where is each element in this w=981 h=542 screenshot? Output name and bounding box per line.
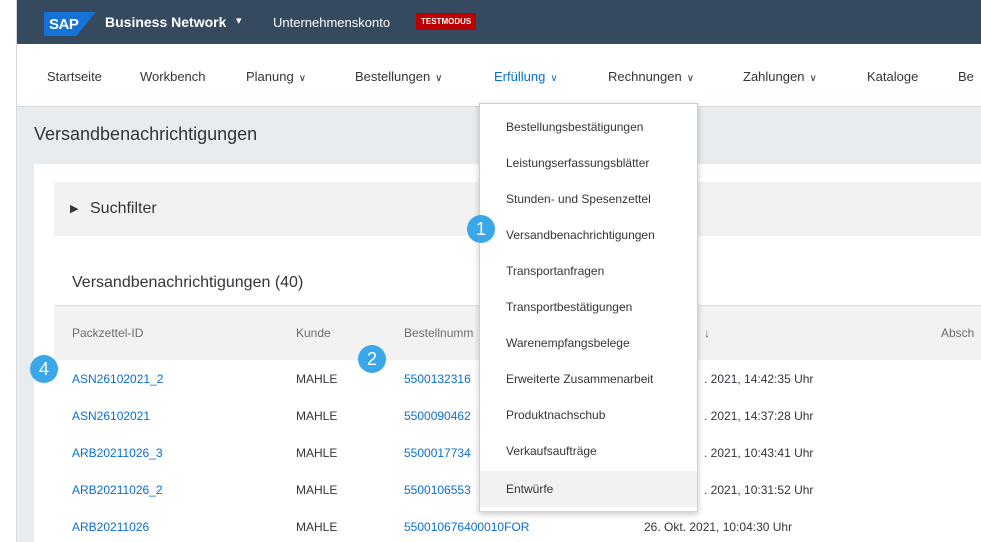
menu-item-label: Stunden- und Spesenzettel xyxy=(506,192,651,206)
menu-item-stunden-spesenzettel[interactable]: Stunden- und Spesenzettel xyxy=(480,181,697,217)
customer-cell: MAHLE xyxy=(296,409,338,423)
menu-item-leistungserfassungsblaetter[interactable]: Leistungserfassungsblätter xyxy=(480,145,697,181)
sap-logo-text: SAP xyxy=(49,16,79,33)
account-label[interactable]: Unternehmenskonto xyxy=(273,15,390,30)
order-number-link[interactable]: 550010676400010FOR xyxy=(404,520,529,534)
menu-item-label: Warenempfangsbelege xyxy=(506,336,630,350)
menu-item-warenempfangsbelege[interactable]: Warenempfangsbelege xyxy=(480,325,697,361)
packzettel-id-link[interactable]: ARB20211026_2 xyxy=(72,483,163,497)
page-title: Versandbenachrichtigungen xyxy=(34,124,258,144)
menu-item-label: Transportbestätigungen xyxy=(506,300,633,314)
packzettel-id-link[interactable]: ARB20211026_3 xyxy=(72,446,163,460)
menu-item-label: Produktnachschub xyxy=(506,408,606,422)
nav-item-label: Bestellungen xyxy=(355,69,431,84)
menu-item-label: Leistungserfassungsblätter xyxy=(506,156,650,170)
nav-item-more[interactable]: Be xyxy=(958,69,974,84)
date-cell: 26. Okt. 2021, 10:04:30 Uhr xyxy=(644,520,793,534)
column-header-abschluss[interactable]: Absch xyxy=(941,326,974,340)
menu-item-label: Entwürfe xyxy=(506,482,554,496)
menu-item-bestellungsbestaetigungen[interactable]: Bestellungsbestätigungen xyxy=(480,109,697,145)
chevron-down-icon: ∨ xyxy=(435,73,443,84)
table-row[interactable]: ARB20211026 MAHLE 550010676400010FOR 26.… xyxy=(54,508,981,542)
nav-item-label: Startseite xyxy=(47,69,102,84)
order-number-link[interactable]: 5500132316 xyxy=(404,372,471,386)
step-marker-1: 1 xyxy=(467,215,495,243)
sort-descending-icon[interactable]: ↓ xyxy=(704,326,710,340)
order-number-link[interactable]: 5500017734 xyxy=(404,446,471,460)
column-header-packzettel-id[interactable]: Packzettel-ID xyxy=(72,326,143,340)
search-filter-label: Suchfilter xyxy=(90,200,157,217)
customer-cell: MAHLE xyxy=(296,446,338,460)
main-nav: Startseite Workbench Planung ∨ Bestellung… xyxy=(17,44,981,107)
date-cell: . 2021, 14:37:28 Uhr xyxy=(704,409,814,423)
date-cell: . 2021, 10:31:52 Uhr xyxy=(704,483,814,497)
menu-item-transportbestaetigungen[interactable]: Transportbestätigungen xyxy=(480,289,697,325)
menu-item-label: Erweiterte Zusammenarbeit xyxy=(506,372,654,386)
chevron-down-icon[interactable]: ▾ xyxy=(236,14,242,27)
column-header-kunde[interactable]: Kunde xyxy=(296,326,331,340)
nav-item-kataloge[interactable]: Kataloge xyxy=(867,69,918,84)
nav-item-bestellungen[interactable]: Bestellungen ∨ xyxy=(355,69,443,84)
nav-item-workbench[interactable]: Workbench xyxy=(140,69,206,84)
step-marker-2: 2 xyxy=(358,345,386,373)
packzettel-id-link[interactable]: ASN26102021 xyxy=(72,409,150,423)
menu-item-verkaufsauftraege[interactable]: Verkaufsaufträge xyxy=(480,433,697,469)
order-number-link[interactable]: 5500106553 xyxy=(404,483,471,497)
table-title: Versandbenachrichtigungen (40) xyxy=(72,274,304,291)
menu-item-transportanfragen[interactable]: Transportanfragen xyxy=(480,253,697,289)
nav-item-label: Be xyxy=(958,69,974,84)
chevron-down-icon: ∨ xyxy=(809,73,817,84)
step-marker-4: 4 xyxy=(30,355,58,383)
nav-item-zahlungen[interactable]: Zahlungen ∨ xyxy=(743,69,817,84)
test-mode-badge: TESTMODUS xyxy=(416,13,477,30)
nav-item-label: Erfüllung xyxy=(494,69,546,84)
menu-item-label: Verkaufsaufträge xyxy=(506,444,597,458)
nav-item-rechnungen[interactable]: Rechnungen ∨ xyxy=(608,69,694,84)
caret-right-icon: ▶ xyxy=(70,203,79,215)
menu-item-label: Transportanfragen xyxy=(506,264,605,278)
date-cell: . 2021, 10:43:41 Uhr xyxy=(704,446,814,460)
brand-title[interactable]: Business Network xyxy=(105,14,226,30)
packzettel-id-link[interactable]: ARB20211026 xyxy=(72,520,149,534)
nav-item-label: Workbench xyxy=(140,69,206,84)
menu-item-label: Bestellungsbestätigungen xyxy=(506,120,644,134)
nav-item-label: Planung xyxy=(246,69,294,84)
menu-item-entwuerfe[interactable]: Entwürfe xyxy=(480,471,697,507)
nav-item-planung[interactable]: Planung ∨ xyxy=(246,69,306,84)
customer-cell: MAHLE xyxy=(296,372,338,386)
chevron-down-icon: ∨ xyxy=(550,73,558,84)
sap-logo[interactable]: SAP xyxy=(44,12,96,36)
order-number-link[interactable]: 5500090462 xyxy=(404,409,471,423)
customer-cell: MAHLE xyxy=(296,483,338,497)
nav-item-label: Kataloge xyxy=(867,69,919,84)
nav-item-label: Rechnungen xyxy=(608,69,682,84)
menu-item-versandbenachrichtigungen[interactable]: Versandbenachrichtigungen xyxy=(480,217,697,253)
packzettel-id-link[interactable]: ASN26102021_2 xyxy=(72,372,163,386)
chevron-down-icon: ∨ xyxy=(298,73,307,84)
customer-cell: MAHLE xyxy=(296,520,338,534)
app-window: SAP Business Network ▾ Unternehmenskonto… xyxy=(16,0,981,542)
menu-item-produktnachschub[interactable]: Produktnachschub xyxy=(480,397,697,433)
erfuellung-dropdown-menu: Bestellungsbestätigungen Leistungserfass… xyxy=(479,103,698,512)
nav-item-label: Zahlungen xyxy=(743,69,805,84)
menu-item-label: Versandbenachrichtigungen xyxy=(506,228,655,242)
date-cell: . 2021, 14:42:35 Uhr xyxy=(704,372,814,386)
chevron-down-icon: ∨ xyxy=(686,73,695,84)
shell-bar: SAP Business Network ▾ Unternehmenskonto… xyxy=(17,0,981,44)
menu-item-erweiterte-zusammenarbeit[interactable]: Erweiterte Zusammenarbeit xyxy=(480,361,697,397)
nav-item-erfuellung[interactable]: Erfüllung ∨ xyxy=(494,69,558,84)
nav-item-startseite[interactable]: Startseite xyxy=(47,69,102,84)
column-header-bestellnummer[interactable]: Bestellnumm xyxy=(404,326,473,340)
